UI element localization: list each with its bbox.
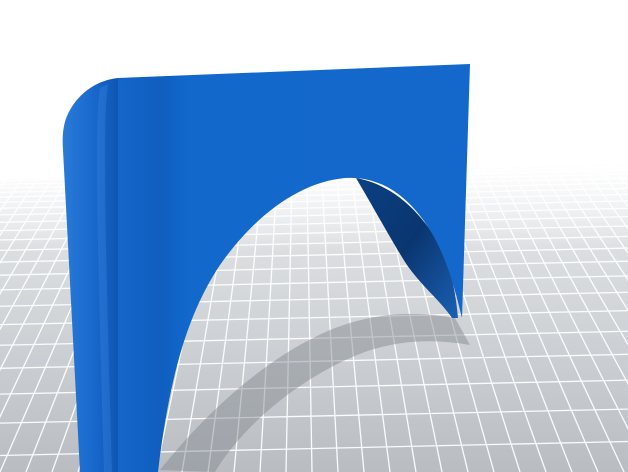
model-viewport[interactable] xyxy=(0,0,628,472)
render-canvas xyxy=(0,0,628,472)
